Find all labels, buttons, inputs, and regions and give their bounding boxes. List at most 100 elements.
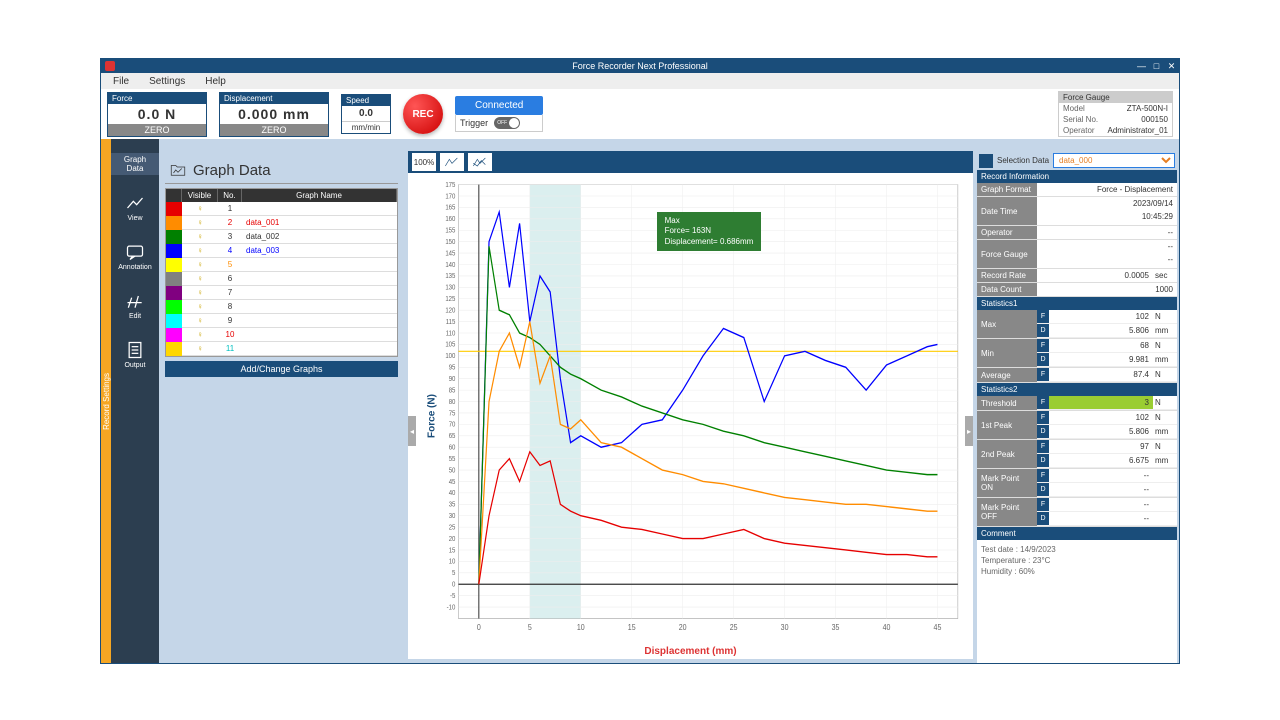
svg-text:110: 110 — [446, 330, 456, 337]
svg-text:10: 10 — [577, 623, 585, 633]
force-header: Force — [108, 93, 206, 104]
svg-text:145: 145 — [445, 250, 455, 257]
nav-graph-data-tab[interactable]: Graph Data — [111, 153, 159, 175]
visibility-toggle[interactable]: ♀ — [182, 218, 218, 227]
minimize-button[interactable]: — — [1134, 61, 1149, 72]
svg-text:40: 40 — [449, 490, 456, 497]
svg-text:80: 80 — [449, 399, 456, 406]
graph-row[interactable]: ♀ 5 — [166, 258, 397, 272]
svg-text:50: 50 — [449, 467, 456, 474]
svg-text:65: 65 — [449, 433, 456, 440]
comment-text: Test date : 14/9/2023Temperature : 23°CH… — [977, 540, 1177, 582]
visibility-toggle[interactable]: ♀ — [182, 232, 218, 241]
menu-settings[interactable]: Settings — [149, 76, 185, 87]
visibility-toggle[interactable]: ♀ — [182, 260, 218, 269]
x-axis-label: Displacement (mm) — [644, 646, 736, 657]
svg-text:60: 60 — [449, 444, 456, 451]
graph-row[interactable]: ♀ 11 — [166, 342, 397, 356]
expand-right-handle[interactable]: ▸ — [965, 416, 973, 446]
graph-row[interactable]: ♀ 1 — [166, 202, 397, 216]
color-swatch — [166, 244, 182, 258]
graph-row[interactable]: ♀ 9 — [166, 314, 397, 328]
svg-text:130: 130 — [445, 284, 455, 291]
svg-text:160: 160 — [445, 216, 455, 223]
visibility-toggle[interactable]: ♀ — [182, 246, 218, 255]
nav-annotation[interactable]: Annotation — [118, 240, 151, 273]
trigger-toggle[interactable]: OFF — [494, 117, 520, 129]
record-button[interactable]: REC — [403, 94, 443, 134]
svg-text:175: 175 — [445, 182, 455, 189]
nav-view[interactable]: View — [125, 191, 145, 224]
graph-row[interactable]: ♀ 3 data_002 — [166, 230, 397, 244]
color-swatch — [166, 314, 182, 328]
displacement-value: 0.000 mm — [238, 106, 310, 122]
color-swatch — [166, 230, 182, 244]
speed-unit: mm/min — [342, 121, 390, 133]
add-change-graphs-button[interactable]: Add/Change Graphs — [165, 361, 398, 377]
svg-text:45: 45 — [934, 623, 942, 633]
chart-fit-button[interactable] — [440, 153, 464, 171]
graph-row[interactable]: ♀ 6 — [166, 272, 397, 286]
displacement-header: Displacement — [220, 93, 328, 104]
trigger-label: Trigger — [460, 118, 488, 128]
visibility-toggle[interactable]: ♀ — [182, 302, 218, 311]
nav-output[interactable]: Output — [124, 338, 145, 371]
svg-text:20: 20 — [449, 536, 456, 543]
chart-canvas[interactable]: ◂ ▸ Force (N) Displacement (mm) -10-5051… — [408, 173, 973, 659]
maximize-button[interactable]: □ — [1149, 61, 1164, 72]
graph-row[interactable]: ♀ 8 — [166, 300, 397, 314]
top-strip: Force 0.0 N ZERO Displacement 0.000 mm Z… — [101, 89, 1179, 139]
svg-text:100: 100 — [445, 353, 455, 360]
color-swatch — [166, 328, 182, 342]
zoom-100-button[interactable]: 100% — [412, 153, 436, 171]
force-panel: Force 0.0 N ZERO — [107, 92, 207, 137]
graph-row[interactable]: ♀ 7 — [166, 286, 397, 300]
visibility-toggle[interactable]: ♀ — [182, 330, 218, 339]
svg-text:115: 115 — [446, 319, 456, 326]
app-title: Force Recorder Next Professional — [572, 61, 708, 71]
grid-icon[interactable] — [979, 154, 993, 168]
svg-text:165: 165 — [445, 204, 455, 211]
color-swatch — [166, 300, 182, 314]
svg-text:135: 135 — [445, 273, 455, 280]
svg-text:15: 15 — [628, 623, 636, 633]
force-value: 0.0 N — [138, 106, 176, 122]
close-button[interactable]: ✕ — [1164, 61, 1179, 72]
graph-row[interactable]: ♀ 4 data_003 — [166, 244, 397, 258]
graph-row[interactable]: ♀ 2 data_001 — [166, 216, 397, 230]
svg-text:155: 155 — [445, 227, 455, 234]
svg-text:90: 90 — [449, 376, 456, 383]
svg-text:105: 105 — [445, 341, 455, 348]
visibility-toggle[interactable]: ♀ — [182, 288, 218, 297]
record-settings-rail[interactable]: Record Settings — [101, 139, 111, 663]
displacement-panel: Displacement 0.000 mm ZERO — [219, 92, 329, 137]
svg-text:95: 95 — [449, 364, 456, 371]
chart-overlay-button[interactable] — [468, 153, 492, 171]
folder-chart-icon — [169, 161, 187, 179]
visibility-toggle[interactable]: ♀ — [182, 316, 218, 325]
visibility-toggle[interactable]: ♀ — [182, 344, 218, 353]
graph-data-table: Visible No. Graph Name ♀ 1 ♀ 2 data_001 … — [165, 188, 398, 357]
svg-text:0: 0 — [477, 623, 481, 633]
expand-left-handle[interactable]: ◂ — [408, 416, 416, 446]
svg-text:120: 120 — [445, 307, 455, 314]
svg-text:45: 45 — [449, 478, 456, 485]
svg-text:20: 20 — [679, 623, 687, 633]
visibility-toggle[interactable]: ♀ — [182, 274, 218, 283]
y-axis-label: Force (N) — [426, 394, 437, 438]
visibility-toggle[interactable]: ♀ — [182, 204, 218, 213]
section-record-info: Record Information — [977, 170, 1177, 183]
svg-text:150: 150 — [445, 239, 455, 246]
graph-row[interactable]: ♀ 10 — [166, 328, 397, 342]
menu-file[interactable]: File — [113, 76, 129, 87]
nav-edit[interactable]: Edit — [125, 289, 145, 322]
menu-help[interactable]: Help — [205, 76, 226, 87]
connected-status: Connected — [455, 96, 543, 115]
force-zero-button[interactable]: ZERO — [108, 124, 206, 136]
svg-text:170: 170 — [445, 193, 455, 200]
connection-panel: Connected Trigger OFF — [455, 96, 543, 132]
displacement-zero-button[interactable]: ZERO — [220, 124, 328, 136]
selection-data-dropdown[interactable]: data_000 — [1053, 153, 1175, 168]
main-area: Record Settings Graph Data View Annotati… — [101, 139, 1179, 663]
svg-text:25: 25 — [730, 623, 738, 633]
